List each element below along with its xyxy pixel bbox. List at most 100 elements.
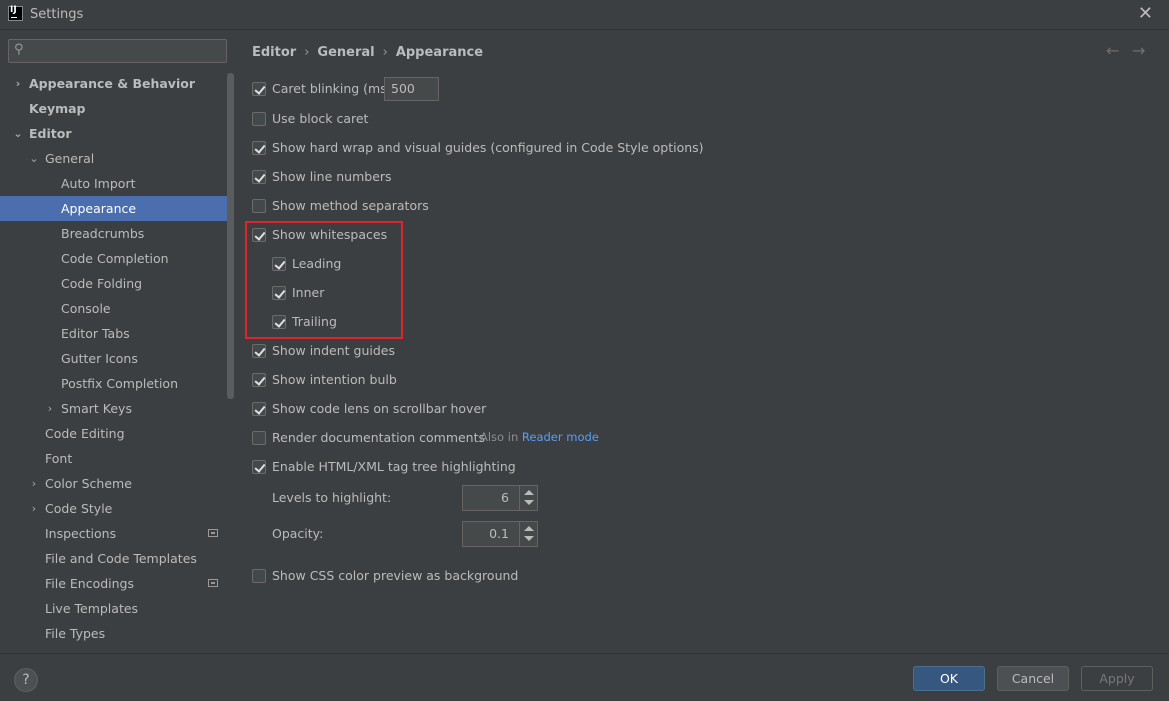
sidebar-item-smart-keys[interactable]: › Smart Keys <box>0 396 234 421</box>
sidebar-item-label: General <box>45 151 95 166</box>
sidebar-item-breadcrumbs[interactable]: Breadcrumbs <box>0 221 234 246</box>
sidebar-item-inspections[interactable]: Inspections <box>0 521 234 546</box>
sidebar-item-label: Inspections <box>45 526 117 541</box>
indent-guides-checkbox[interactable] <box>252 344 266 358</box>
chevron-right-icon: › <box>382 45 388 60</box>
sidebar-item-label: Live Templates <box>45 601 139 616</box>
sidebar-item-editor[interactable]: ⌄ Editor <box>0 121 234 146</box>
reader-mode-hint: Also in Reader mode <box>480 430 599 444</box>
reader-mode-link[interactable]: Reader mode <box>522 430 599 444</box>
render-docs-checkbox[interactable] <box>252 431 266 445</box>
sidebar-item-label: Appearance <box>61 201 137 216</box>
whitespaces-checkbox[interactable] <box>252 228 266 242</box>
chevron-right-icon[interactable]: › <box>45 396 55 421</box>
sidebar-item-file-types[interactable]: File Types <box>0 621 234 646</box>
sidebar-item-label: File Types <box>45 626 106 641</box>
spinner-up-icon[interactable] <box>524 490 534 495</box>
sidebar-item-label: Code Completion <box>61 251 169 266</box>
search-icon: ⚲ <box>14 42 24 57</box>
sidebar-item-live-templates[interactable]: Live Templates <box>0 596 234 621</box>
caret-blinking-label: Caret blinking (ms): <box>272 81 396 96</box>
levels-spinner[interactable]: 6 <box>462 485 538 511</box>
chevron-right-icon[interactable]: › <box>29 496 39 521</box>
sidebar-item-label: Code Style <box>45 501 113 516</box>
chevron-down-icon[interactable]: ⌄ <box>29 146 39 171</box>
breadcrumb-appearance: Appearance <box>395 45 484 60</box>
hard-wrap-label: Show hard wrap and visual guides (config… <box>272 140 704 155</box>
opacity-value[interactable]: 0.1 <box>489 526 509 541</box>
inner-checkbox[interactable] <box>272 286 286 300</box>
arrow-right-icon[interactable]: → <box>1132 41 1145 60</box>
sidebar-item-console[interactable]: Console <box>0 296 234 321</box>
caret-blinking-input[interactable]: 500 <box>384 77 439 101</box>
code-lens-label: Show code lens on scrollbar hover <box>272 401 487 416</box>
sidebar-item-appearance-behavior[interactable]: › Appearance & Behavior <box>0 71 234 96</box>
settings-sidebar: ⚲ › Appearance & Behavior Keymap ⌄ Editor ⌄ Ge… <box>0 31 235 653</box>
sidebar-item-gutter-icons[interactable]: Gutter Icons <box>0 346 234 371</box>
hard-wrap-checkbox[interactable] <box>252 141 266 155</box>
intention-bulb-label: Show intention bulb <box>272 372 397 387</box>
sidebar-item-label: Editor Tabs <box>61 326 130 341</box>
apply-button[interactable]: Apply <box>1081 666 1153 691</box>
sidebar-item-auto-import[interactable]: Auto Import <box>0 171 234 196</box>
levels-value[interactable]: 6 <box>501 490 509 505</box>
levels-stepper <box>519 486 537 510</box>
title-bar: Settings ✕ <box>0 0 1169 30</box>
search-input[interactable] <box>31 42 221 60</box>
block-caret-checkbox[interactable] <box>252 112 266 126</box>
chevron-down-icon[interactable]: ⌄ <box>13 121 23 146</box>
caret-blinking-checkbox[interactable] <box>252 82 266 96</box>
sidebar-item-file-and-code-templates[interactable]: File and Code Templates <box>0 546 234 571</box>
close-icon[interactable]: ✕ <box>1138 3 1153 24</box>
levels-label: Levels to highlight: <box>272 490 392 505</box>
trailing-label: Trailing <box>292 314 337 329</box>
ok-button[interactable]: OK <box>913 666 985 691</box>
spinner-down-icon[interactable] <box>524 536 534 541</box>
sidebar-item-file-encodings[interactable]: File Encodings <box>0 571 234 596</box>
indent-guides-label: Show indent guides <box>272 343 395 358</box>
sidebar-item-label: Appearance & Behavior <box>29 76 195 91</box>
breadcrumb-general[interactable]: General <box>317 45 374 60</box>
sidebar-item-postfix-completion[interactable]: Postfix Completion <box>0 371 234 396</box>
sidebar-item-label: Code Folding <box>61 276 143 291</box>
sidebar-item-color-scheme[interactable]: › Color Scheme <box>0 471 234 496</box>
spinner-up-icon[interactable] <box>524 526 534 531</box>
chevron-right-icon[interactable]: › <box>29 471 39 496</box>
sidebar-scrollbar[interactable] <box>227 73 234 399</box>
cancel-button[interactable]: Cancel <box>997 666 1069 691</box>
sidebar-item-appearance[interactable]: Appearance <box>0 196 234 221</box>
sidebar-item-editor-tabs[interactable]: Editor Tabs <box>0 321 234 346</box>
trailing-checkbox[interactable] <box>272 315 286 329</box>
line-numbers-checkbox[interactable] <box>252 170 266 184</box>
sidebar-item-label: Code Editing <box>45 426 125 441</box>
sidebar-item-code-editing[interactable]: Code Editing <box>0 421 234 446</box>
help-button[interactable]: ? <box>14 668 38 692</box>
intention-bulb-checkbox[interactable] <box>252 373 266 387</box>
arrow-left-icon[interactable]: ← <box>1106 41 1119 60</box>
sidebar-item-font[interactable]: Font <box>0 446 234 471</box>
sidebar-item-code-style[interactable]: › Code Style <box>0 496 234 521</box>
chevron-right-icon[interactable]: › <box>13 71 23 96</box>
sidebar-item-label: Keymap <box>29 101 86 116</box>
method-separators-checkbox[interactable] <box>252 199 266 213</box>
inner-label: Inner <box>292 285 325 300</box>
leading-label: Leading <box>292 256 342 271</box>
sidebar-item-keymap[interactable]: Keymap <box>0 96 234 121</box>
leading-checkbox[interactable] <box>272 257 286 271</box>
search-field[interactable]: ⚲ <box>8 39 227 63</box>
css-preview-checkbox[interactable] <box>252 569 266 583</box>
opacity-spinner[interactable]: 0.1 <box>462 521 538 547</box>
sidebar-item-general[interactable]: ⌄ General <box>0 146 234 171</box>
tag-tree-checkbox[interactable] <box>252 460 266 474</box>
code-lens-checkbox[interactable] <box>252 402 266 416</box>
intellij-logo-icon <box>8 5 23 21</box>
breadcrumb-editor[interactable]: Editor <box>252 45 296 60</box>
project-scope-icon <box>208 529 218 537</box>
spinner-down-icon[interactable] <box>524 500 534 505</box>
sidebar-item-code-folding[interactable]: Code Folding <box>0 271 234 296</box>
render-docs-label: Render documentation comments <box>272 430 486 445</box>
sidebar-item-label: Postfix Completion <box>61 376 178 391</box>
sidebar-item-label: Color Scheme <box>45 476 132 491</box>
sidebar-item-code-completion[interactable]: Code Completion <box>0 246 234 271</box>
reader-mode-hint-prefix: Also in <box>480 430 519 444</box>
